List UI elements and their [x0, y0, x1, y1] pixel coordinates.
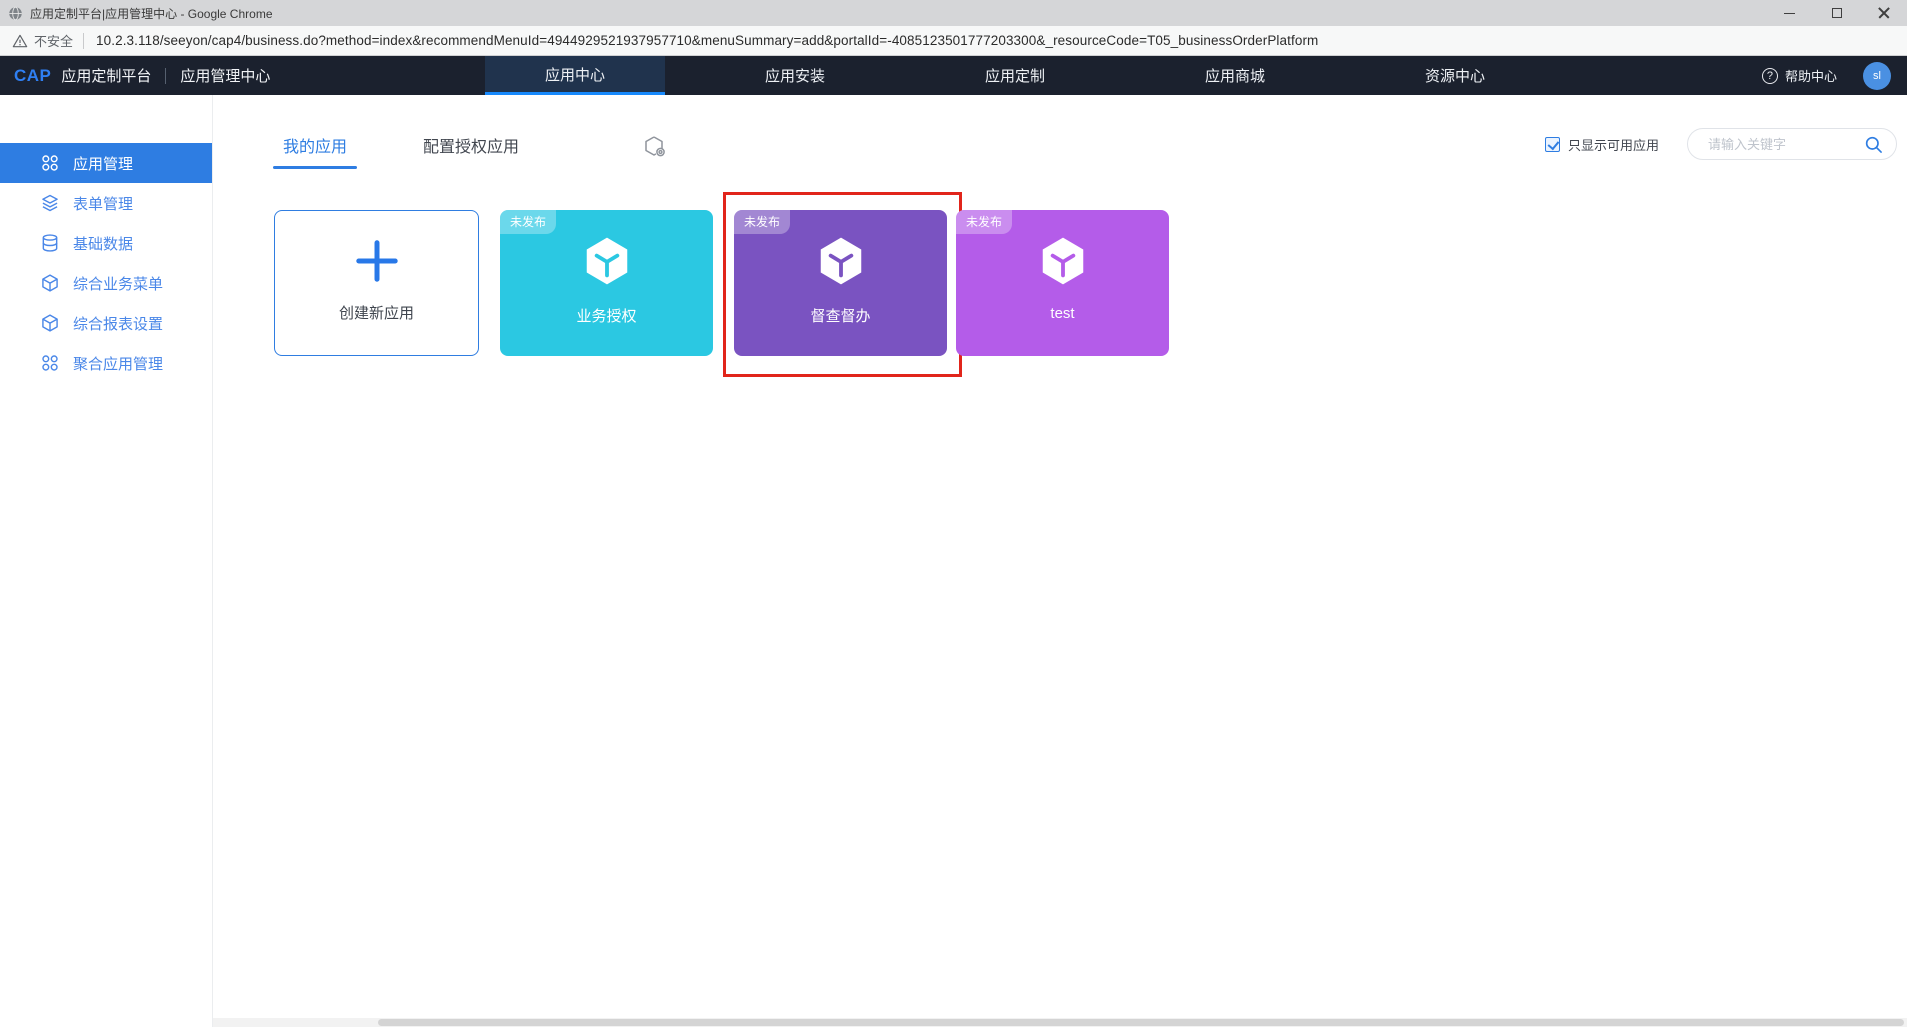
address-bar[interactable]: 不安全 10.2.3.118/seeyon/cap4/business.do?m… — [0, 26, 1907, 56]
sidebar-item-label: 聚合应用管理 — [73, 355, 164, 373]
card-label: 督查督办 — [810, 308, 871, 325]
browser-window: 应用定制平台|应用管理中心 - Google Chrome 不安全 10.2.3… — [0, 0, 1907, 1027]
sidebar-item-business-menu[interactable]: 综合业务菜单 — [0, 263, 212, 303]
nav-right-area: ? 帮助中心 sl — [1761, 56, 1891, 95]
layers-icon — [42, 194, 58, 212]
horizontal-scrollbar[interactable] — [213, 1018, 1907, 1027]
tab-my-apps[interactable]: 我的应用 — [273, 133, 358, 169]
unpublished-badge: 未发布 — [956, 210, 1013, 234]
app-card-business-auth[interactable]: 未发布 业务授权 — [500, 210, 713, 356]
search-icon[interactable] — [1864, 135, 1884, 155]
window-controls — [1766, 0, 1907, 26]
url-divider — [83, 32, 85, 49]
unpublished-badge: 未发布 — [734, 210, 791, 234]
nav-tab-app-install[interactable]: 应用安装 — [705, 56, 885, 95]
security-label[interactable]: 不安全 — [34, 31, 73, 50]
only-available-checkbox[interactable] — [1544, 136, 1560, 152]
nav-tab-resource-center[interactable]: 资源中心 — [1365, 56, 1545, 95]
app-grid-icon — [42, 355, 58, 371]
sidebar-item-base-data[interactable]: 基础数据 — [0, 223, 212, 263]
product-name: 应用定制平台 — [61, 68, 152, 85]
plus-icon — [355, 240, 398, 282]
page-favicon-globe-icon — [9, 6, 22, 20]
sidebar-item-aggregate-app[interactable]: 聚合应用管理 — [0, 343, 212, 383]
sidebar-item-form-management[interactable]: 表单管理 — [0, 183, 212, 223]
highlighted-card-wrapper: 未发布 督查督办 — [723, 192, 962, 377]
minimize-icon — [1784, 12, 1795, 14]
top-navigation: CAP 应用定制平台 应用管理中心 应用中心 应用安装 应用定制 应用商城 资源… — [0, 56, 1907, 95]
app-cards-row: 创建新应用 未发布 业务授权 未发布 督查督办 未发布 test — [274, 192, 1169, 377]
minimize-button[interactable] — [1766, 0, 1813, 26]
list-controls: 只显示可用应用 — [1544, 128, 1897, 160]
card-label: test — [1050, 305, 1075, 322]
window-title: 应用定制平台|应用管理中心 - Google Chrome — [30, 6, 273, 21]
card-label: 创建新应用 — [338, 305, 414, 322]
brand-divider — [165, 67, 167, 84]
sidebar-item-label: 基础数据 — [73, 235, 134, 253]
app-cube-icon — [586, 237, 627, 285]
app-cube-icon — [1042, 237, 1083, 285]
create-app-card[interactable]: 创建新应用 — [274, 210, 479, 356]
content-area: 我的应用 配置授权应用 只显示可用应用 请输入关键字 创建新应用 未发布 业务授… — [213, 95, 1907, 1027]
app-grid-icon — [42, 155, 58, 171]
sidebar-item-label: 应用管理 — [73, 155, 134, 173]
tab-authorized-apps[interactable]: 配置授权应用 — [413, 133, 529, 169]
browser-titlebar: 应用定制平台|应用管理中心 - Google Chrome — [0, 0, 1907, 26]
maximize-icon — [1831, 8, 1842, 18]
user-avatar[interactable]: sl — [1863, 61, 1891, 90]
card-label: 业务授权 — [576, 308, 637, 325]
only-available-label: 只显示可用应用 — [1567, 137, 1659, 153]
sidebar-item-label: 表单管理 — [73, 195, 134, 213]
sidebar: 应用管理 表单管理 基础数据 综合业务菜单 综合报表设置 聚合应用管理 — [0, 95, 213, 1027]
sidebar-item-report-settings[interactable]: 综合报表设置 — [0, 303, 212, 343]
help-question-icon: ? — [1761, 67, 1778, 84]
horizontal-scrollbar-thumb[interactable] — [378, 1019, 1904, 1026]
search-input[interactable] — [1708, 129, 1858, 159]
nav-tabs: 应用中心 应用安装 应用定制 应用商城 资源中心 — [485, 56, 1585, 95]
help-center-link[interactable]: 帮助中心 — [1785, 66, 1837, 85]
main-area: 应用管理 表单管理 基础数据 综合业务菜单 综合报表设置 聚合应用管理 我的应用… — [0, 95, 1907, 1027]
search-box — [1687, 128, 1897, 160]
brand-area: CAP 应用定制平台 应用管理中心 — [14, 56, 270, 95]
app-card-test[interactable]: 未发布 test — [956, 210, 1169, 356]
url-text[interactable]: 10.2.3.118/seeyon/cap4/business.do?metho… — [96, 33, 1318, 48]
sidebar-item-label: 综合业务菜单 — [73, 275, 164, 293]
cube-icon — [42, 274, 58, 292]
close-button[interactable] — [1860, 0, 1907, 26]
sidebar-item-label: 综合报表设置 — [73, 315, 164, 333]
insecure-warning-icon — [12, 34, 28, 47]
app-cube-icon — [820, 237, 861, 285]
close-icon — [1878, 7, 1890, 19]
database-icon — [42, 234, 58, 252]
content-tabs: 我的应用 配置授权应用 — [273, 133, 667, 169]
app-package-icon[interactable] — [643, 134, 667, 158]
unpublished-badge: 未发布 — [500, 210, 557, 234]
cap-logo: CAP — [14, 65, 52, 85]
maximize-button[interactable] — [1813, 0, 1860, 26]
module-name: 应用管理中心 — [180, 68, 271, 85]
sidebar-item-app-management[interactable]: 应用管理 — [0, 143, 212, 183]
nav-tab-app-custom[interactable]: 应用定制 — [925, 56, 1105, 95]
nav-tab-app-center[interactable]: 应用中心 — [485, 56, 665, 95]
nav-tab-app-store[interactable]: 应用商城 — [1145, 56, 1325, 95]
cube-icon — [42, 314, 58, 332]
app-card-supervision[interactable]: 未发布 督查督办 — [734, 210, 947, 356]
